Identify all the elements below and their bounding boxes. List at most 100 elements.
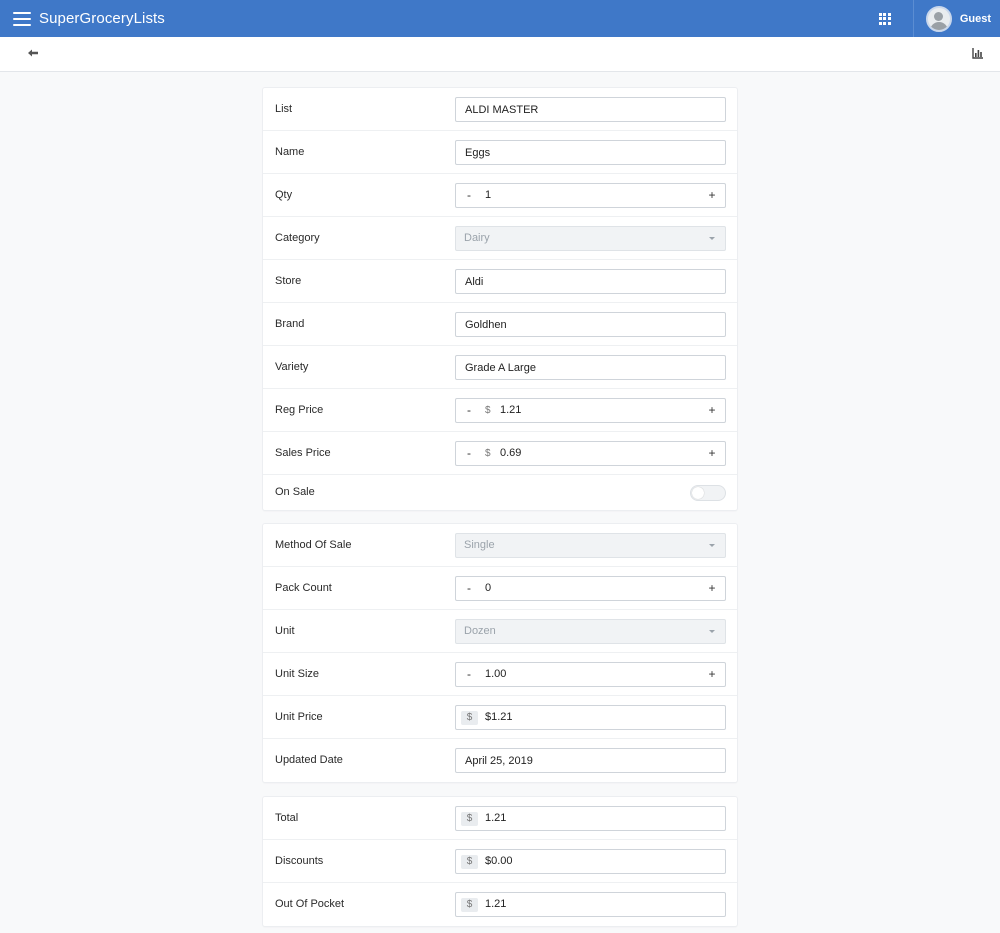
method-of-sale-value: Single [464, 539, 495, 551]
total-field[interactable]: $ 1.21 [455, 806, 726, 831]
user-name[interactable]: Guest [960, 13, 991, 25]
list-label: List [275, 103, 293, 115]
pack-count-label: Pack Count [275, 582, 332, 594]
variety-field[interactable] [455, 355, 726, 380]
avatar[interactable] [925, 5, 952, 32]
out-of-pocket-prefix: $ [461, 898, 478, 912]
total-prefix: $ [461, 812, 478, 826]
list-input[interactable] [456, 98, 725, 121]
total-label: Total [275, 812, 299, 824]
method-of-sale-select[interactable]: Single [455, 533, 726, 558]
sales-price-currency: $ [485, 448, 491, 459]
unit-size-increment-button[interactable]: + [707, 663, 717, 686]
qty-increment-button[interactable]: + [707, 184, 717, 207]
sales-price-label: Sales Price [275, 447, 331, 459]
toolbar [0, 37, 1000, 72]
name-field[interactable] [455, 140, 726, 165]
row-unit-size: Unit Size - 1.00 + [263, 653, 737, 696]
discounts-label: Discounts [275, 855, 324, 867]
store-field[interactable] [455, 269, 726, 294]
row-variety: Variety [263, 346, 737, 389]
row-updated-date: Updated Date [263, 739, 737, 782]
reg-price-increment-button[interactable]: + [707, 399, 717, 422]
reg-price-value[interactable]: 1.21 [500, 399, 521, 422]
unit-value: Dozen [464, 625, 496, 637]
unit-size-value[interactable]: 1.00 [485, 663, 506, 686]
out-of-pocket-label: Out Of Pocket [275, 898, 345, 910]
unit-price-field[interactable]: $ $1.21 [455, 705, 726, 730]
row-method-of-sale: Method Of Sale Single [263, 524, 737, 567]
app-title[interactable]: SuperGroceryLists [39, 10, 165, 27]
qty-decrement-button[interactable]: - [464, 184, 474, 207]
unit-size-stepper[interactable]: - 1.00 + [455, 662, 726, 687]
name-label: Name [275, 146, 305, 158]
brand-field[interactable] [455, 312, 726, 337]
store-input[interactable] [456, 270, 725, 293]
pricing-card: Method Of Sale Single Pack Count - 0 + U… [263, 524, 737, 782]
qty-value[interactable]: 1 [485, 184, 491, 207]
on-sale-label: On Sale [275, 486, 315, 498]
row-brand: Brand [263, 303, 737, 346]
total-value[interactable]: 1.21 [485, 807, 506, 830]
list-field[interactable] [455, 97, 726, 122]
pack-count-stepper[interactable]: - 0 + [455, 576, 726, 601]
discounts-field[interactable]: $ $0.00 [455, 849, 726, 874]
row-unit-price: Unit Price $ $1.21 [263, 696, 737, 739]
chevron-down-icon [709, 237, 715, 240]
on-sale-toggle[interactable] [690, 485, 726, 501]
row-out-of-pocket: Out Of Pocket $ 1.21 [263, 883, 737, 926]
sales-price-stepper[interactable]: - $ 0.69 + [455, 441, 726, 466]
name-input[interactable] [456, 141, 725, 164]
row-reg-price: Reg Price - $ 1.21 + [263, 389, 737, 432]
row-discounts: Discounts $ $0.00 [263, 840, 737, 883]
pack-count-increment-button[interactable]: + [707, 577, 717, 600]
updated-date-label: Updated Date [275, 754, 343, 766]
variety-label: Variety [275, 361, 309, 373]
reg-price-currency: $ [485, 405, 491, 416]
row-total: Total $ 1.21 [263, 797, 737, 840]
unit-size-decrement-button[interactable]: - [464, 663, 474, 686]
updated-date-field[interactable] [455, 748, 726, 773]
unit-price-label: Unit Price [275, 711, 323, 723]
pack-count-decrement-button[interactable]: - [464, 577, 474, 600]
row-on-sale: On Sale [263, 475, 737, 510]
discounts-value[interactable]: $0.00 [485, 850, 513, 873]
category-label: Category [275, 232, 320, 244]
unit-select[interactable]: Dozen [455, 619, 726, 644]
updated-date-input[interactable] [456, 749, 725, 772]
header-divider [912, 0, 914, 37]
reg-price-decrement-button[interactable]: - [464, 399, 474, 422]
row-category: Category Dairy [263, 217, 737, 260]
row-pack-count: Pack Count - 0 + [263, 567, 737, 610]
category-value: Dairy [464, 232, 490, 244]
row-sales-price: Sales Price - $ 0.69 + [263, 432, 737, 475]
variety-input[interactable] [456, 356, 725, 379]
chevron-down-icon [709, 630, 715, 633]
out-of-pocket-value[interactable]: 1.21 [485, 893, 506, 916]
app-header: SuperGroceryLists Guest [0, 0, 1000, 37]
hamburger-icon[interactable] [13, 11, 31, 26]
brand-label: Brand [275, 318, 305, 330]
unit-size-label: Unit Size [275, 668, 320, 680]
chevron-down-icon [709, 544, 715, 547]
grid-icon[interactable] [878, 12, 891, 25]
pack-count-value[interactable]: 0 [485, 577, 491, 600]
category-select[interactable]: Dairy [455, 226, 726, 251]
unit-price-prefix: $ [461, 711, 478, 725]
back-arrow-icon[interactable] [27, 47, 39, 59]
sales-price-decrement-button[interactable]: - [464, 442, 474, 465]
unit-label: Unit [275, 625, 295, 637]
qty-stepper[interactable]: - 1 + [455, 183, 726, 208]
out-of-pocket-field[interactable]: $ 1.21 [455, 892, 726, 917]
discounts-prefix: $ [461, 855, 478, 869]
reg-price-stepper[interactable]: - $ 1.21 + [455, 398, 726, 423]
brand-input[interactable] [456, 313, 725, 336]
item-details-card: List Name Qty - 1 + Category Dairy Store… [263, 88, 737, 510]
totals-card: Total $ 1.21 Discounts $ $0.00 Out Of Po… [263, 797, 737, 926]
unit-price-value[interactable]: $1.21 [485, 706, 513, 729]
sales-price-increment-button[interactable]: + [707, 442, 717, 465]
bar-chart-icon[interactable] [972, 47, 984, 59]
reg-price-label: Reg Price [275, 404, 324, 416]
sales-price-value[interactable]: 0.69 [500, 442, 521, 465]
qty-label: Qty [275, 189, 293, 201]
